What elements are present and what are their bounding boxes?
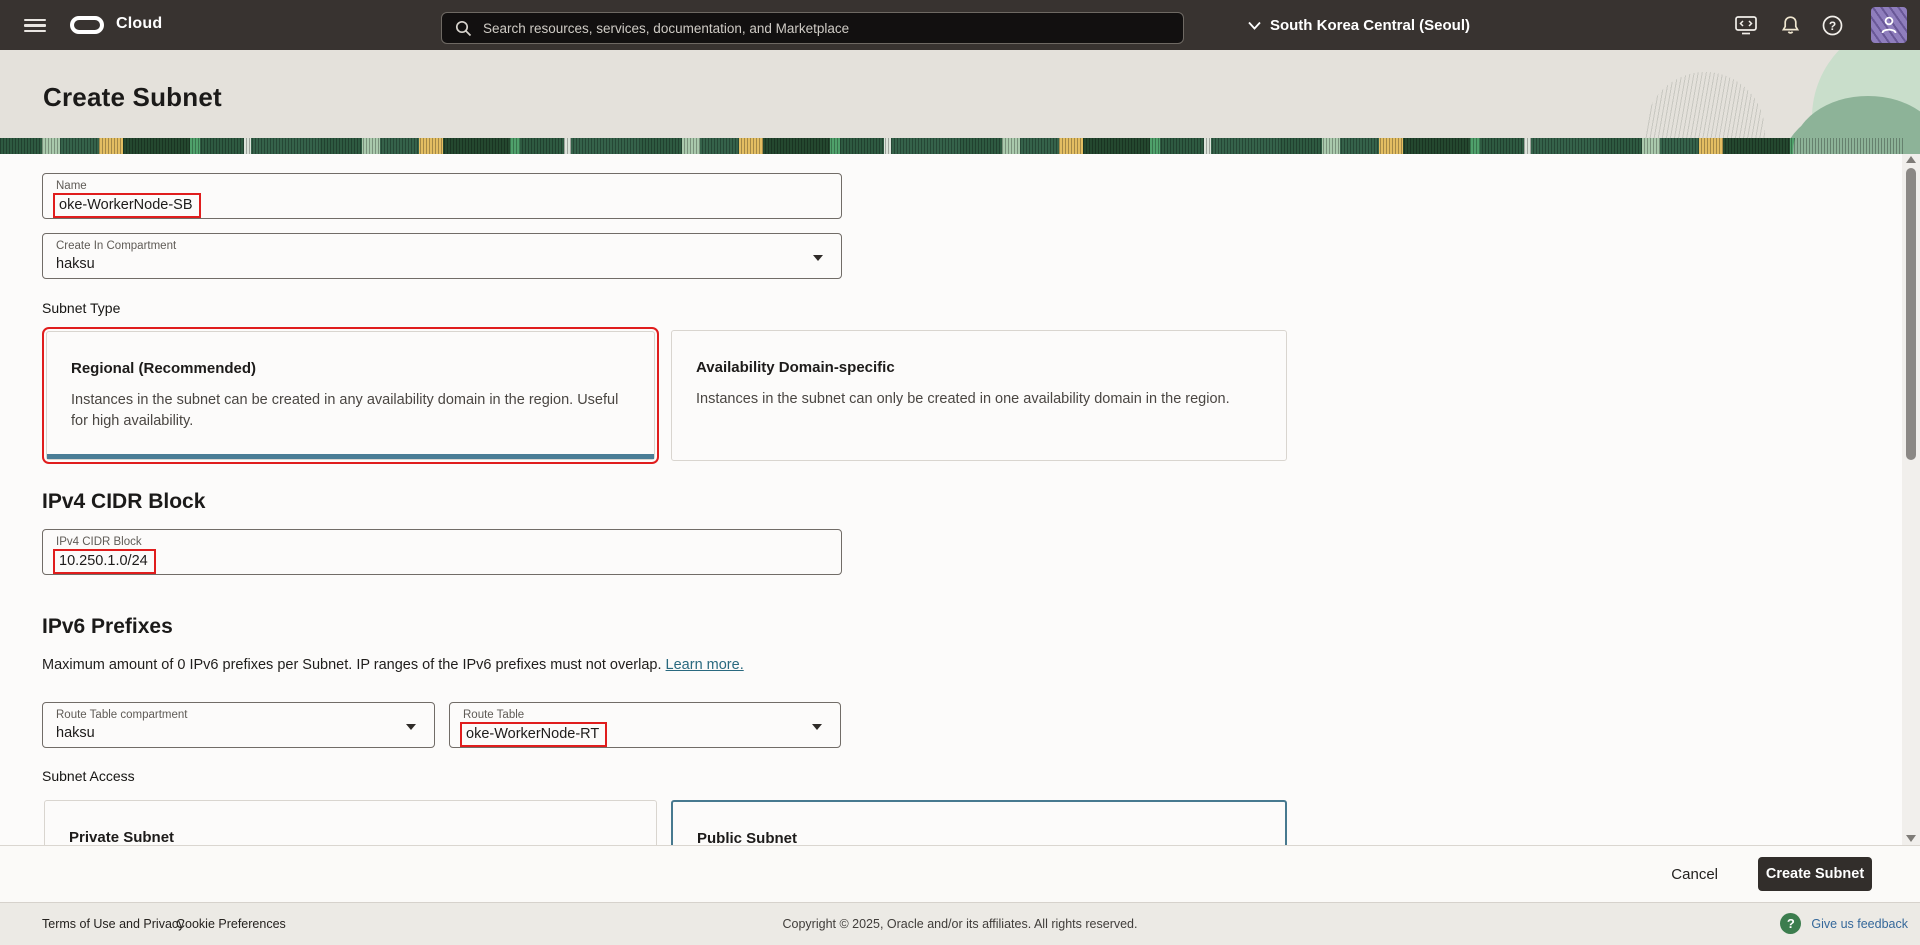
decor-green-strip: [0, 138, 1903, 154]
search-icon: [455, 20, 472, 37]
help-icon[interactable]: ?: [1814, 0, 1850, 50]
cancel-button[interactable]: Cancel: [1671, 866, 1718, 883]
compartment-select-label: Create In Compartment: [56, 240, 176, 252]
selected-indicator: [47, 454, 654, 459]
ipv4-cidr-field-value: 10.250.1.0/24: [59, 553, 148, 569]
route-table-value: oke-WorkerNode-RT: [466, 726, 599, 742]
ipv4-cidr-field-label: IPv4 CIDR Block: [56, 536, 142, 548]
feedback-help-icon[interactable]: ?: [1780, 913, 1801, 934]
search-input[interactable]: Search resources, services, documentatio…: [441, 12, 1184, 44]
route-table-compartment-value: haksu: [56, 725, 95, 741]
scroll-up-icon[interactable]: [1906, 156, 1916, 163]
route-table-compartment-select[interactable]: Route Table compartment haksu: [42, 702, 435, 748]
cidr-annotation-red-box: 10.250.1.0/24: [53, 549, 156, 574]
subnet-type-option-regional[interactable]: Regional (Recommended) Instances in the …: [46, 331, 655, 460]
ipv4-section-heading: IPv4 CIDR Block: [42, 490, 205, 514]
option-title: Private Subnet: [69, 829, 174, 846]
ipv6-description: Maximum amount of 0 IPv6 prefixes per Su…: [42, 657, 744, 673]
route-table-label: Route Table: [463, 709, 524, 721]
learn-more-link[interactable]: Learn more.: [666, 657, 744, 673]
scroll-down-icon[interactable]: [1906, 835, 1916, 842]
compartment-select-value: haksu: [56, 256, 95, 272]
subnet-type-option-ad-specific[interactable]: Availability Domain-specific Instances i…: [671, 330, 1287, 461]
select-chevron-icon: [812, 724, 822, 730]
feedback-link[interactable]: Give us feedback: [1811, 917, 1908, 931]
select-chevron-icon: [813, 255, 823, 261]
create-subnet-screen: Cloud Search resources, services, docume…: [0, 0, 1920, 945]
feedback-group: ? Give us feedback: [1780, 913, 1908, 934]
oracle-logo[interactable]: [70, 16, 104, 34]
option-description: Instances in the subnet can only be crea…: [696, 389, 1264, 410]
route-table-compartment-label: Route Table compartment: [56, 709, 187, 721]
menu-icon[interactable]: [24, 19, 46, 32]
subnet-type-label: Subnet Type: [42, 300, 120, 316]
ipv6-description-text: Maximum amount of 0 IPv6 prefixes per Su…: [42, 657, 662, 673]
name-annotation-red-box: oke-WorkerNode-SB: [53, 193, 201, 218]
name-field-value: oke-WorkerNode-SB: [59, 197, 193, 213]
copyright-text: Copyright © 2025, Oracle and/or its affi…: [0, 917, 1920, 931]
page-title: Create Subnet: [43, 82, 222, 113]
compartment-select[interactable]: Create In Compartment haksu: [42, 233, 842, 279]
option-title: Regional (Recommended): [71, 360, 256, 377]
user-icon: [1879, 14, 1899, 36]
ipv4-cidr-field[interactable]: IPv4 CIDR Block 10.250.1.0/24: [42, 529, 842, 575]
route-table-annotation-red-box: oke-WorkerNode-RT: [460, 722, 607, 747]
scrollbar-thumb[interactable]: [1906, 168, 1916, 460]
region-label: South Korea Central (Seoul): [1270, 17, 1470, 34]
form-action-bar: Cancel Create Subnet: [0, 845, 1920, 902]
top-navigation-bar: Cloud Search resources, services, docume…: [0, 0, 1920, 50]
region-selector[interactable]: South Korea Central (Seoul): [1248, 0, 1470, 50]
cloud-shell-console-icon[interactable]: [1728, 0, 1764, 50]
search-placeholder: Search resources, services, documentatio…: [483, 21, 849, 36]
select-chevron-icon: [406, 724, 416, 730]
chevron-down-icon: [1248, 21, 1261, 30]
brand-label[interactable]: Cloud: [116, 15, 162, 33]
page-header: Create Subnet: [0, 50, 1920, 154]
svg-text:?: ?: [1828, 18, 1835, 32]
route-table-select[interactable]: Route Table oke-WorkerNode-RT: [449, 702, 841, 748]
subnet-access-label: Subnet Access: [42, 768, 135, 784]
option-description: Instances in the subnet can be created i…: [71, 390, 632, 432]
profile-avatar[interactable]: [1871, 7, 1907, 43]
create-subnet-button[interactable]: Create Subnet: [1758, 857, 1872, 891]
scrollbar-track[interactable]: [1902, 154, 1920, 845]
page-footer: Terms of Use and Privacy Cookie Preferen…: [0, 902, 1920, 945]
name-field-label: Name: [56, 180, 87, 192]
form-content: Name oke-WorkerNode-SB Create In Compart…: [0, 154, 1902, 845]
ipv6-section-heading: IPv6 Prefixes: [42, 615, 173, 639]
name-field[interactable]: Name oke-WorkerNode-SB: [42, 173, 842, 219]
notifications-bell-icon[interactable]: [1772, 0, 1808, 50]
option-title: Availability Domain-specific: [696, 359, 895, 376]
